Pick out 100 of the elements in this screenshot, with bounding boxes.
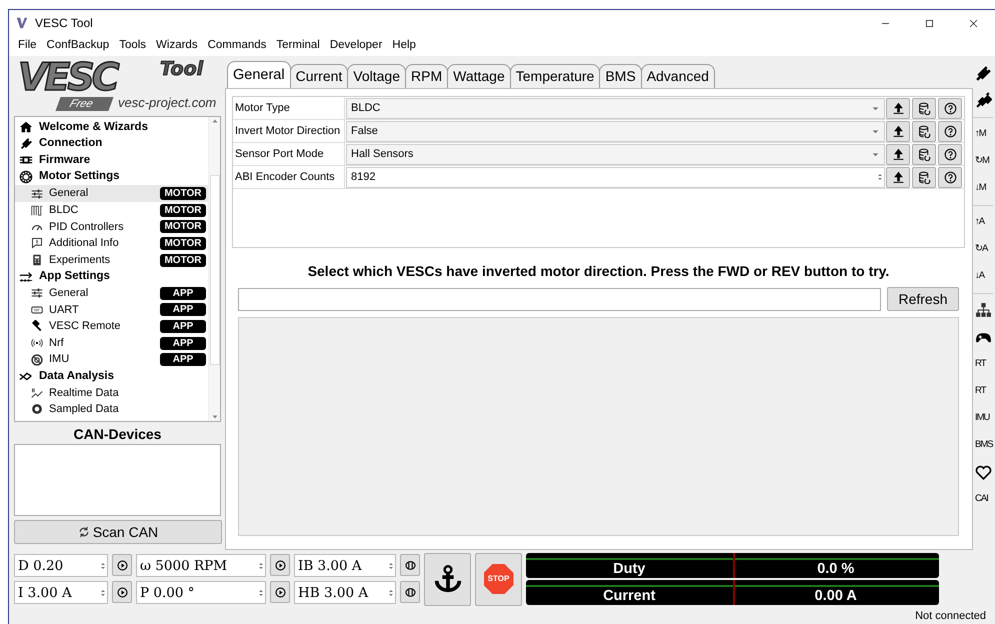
logo-product: Tool — [160, 58, 204, 80]
upload-button[interactable] — [886, 98, 910, 118]
calculator-icon — [31, 254, 43, 266]
spin-field[interactable]: D 0.20 — [14, 554, 108, 577]
tree-item[interactable]: Firmware — [15, 152, 208, 169]
dropdown[interactable]: Hall Sensors — [346, 144, 885, 164]
instruction-text: Select which VESCs have inverted motor direction. Press the FWD or REV button to try. — [306, 262, 890, 281]
menu-item[interactable]: Developer — [324, 37, 388, 55]
upload-button[interactable] — [886, 166, 910, 188]
toolbar-button[interactable]: ↻M — [973, 148, 989, 175]
tree-item[interactable]: App Settings — [15, 268, 208, 285]
refresh-button[interactable]: Refresh — [887, 287, 959, 311]
toolbar-button[interactable]: ↑A — [973, 209, 984, 236]
spin-field[interactable]: I 3.00 A — [14, 581, 108, 604]
help-icon — [944, 148, 956, 160]
waveform-icon — [31, 204, 43, 216]
spin-field[interactable]: P 0.00 ° — [136, 581, 266, 604]
parameter-label: Sensor Port Mode — [233, 143, 345, 165]
upload-button[interactable] — [886, 144, 910, 164]
toolbar-button[interactable]: BMS — [973, 432, 993, 459]
spin-field[interactable]: IB 3.00 A — [294, 554, 396, 577]
tree-item[interactable]: Connection — [15, 136, 208, 152]
help-button[interactable] — [938, 98, 962, 118]
menu-item[interactable]: ConfBackup — [42, 37, 114, 55]
toolbar-button[interactable]: ↓M — [973, 175, 986, 202]
toolbar-button[interactable]: RT — [973, 378, 986, 405]
scan-button[interactable]: Scan CAN — [14, 520, 222, 544]
tree-item[interactable]: VESC Remote APP — [15, 318, 208, 335]
tree-item[interactable]: BLDC MOTOR — [15, 202, 208, 219]
upload-icon — [892, 170, 904, 184]
database-icon — [918, 124, 930, 138]
play-button[interactable] — [112, 554, 132, 576]
spin-field[interactable]: HB 3.00 A — [294, 581, 396, 604]
upload-button[interactable] — [886, 120, 910, 142]
heart-icon[interactable] — [975, 464, 992, 481]
meter-bar: Current 0.00 A — [526, 580, 939, 605]
menu-item[interactable]: Terminal — [271, 37, 325, 55]
brake-button[interactable] — [400, 581, 420, 603]
toolbar-button[interactable]: ↑M — [973, 121, 986, 148]
tree-item[interactable]: PID Controllers MOTOR — [15, 218, 208, 236]
toolbar-button[interactable]: CAI — [973, 486, 988, 513]
help-button[interactable] — [938, 144, 962, 164]
line-graph-icon — [31, 386, 43, 399]
tree-item[interactable]: General MOTOR — [15, 185, 208, 202]
help-button[interactable] — [938, 120, 962, 142]
toolbar-button[interactable]: ↻A — [973, 236, 988, 263]
refresh-icon — [78, 526, 90, 538]
tree-item[interactable]: Sampled Data — [15, 401, 208, 418]
plug-icon[interactable] — [975, 92, 992, 109]
database-button[interactable] — [912, 144, 936, 164]
database-button[interactable] — [912, 98, 936, 118]
tree-item[interactable]: Welcome & Wizards — [15, 119, 208, 136]
text-field[interactable] — [238, 288, 881, 310]
database-button[interactable] — [912, 166, 936, 188]
tree-item[interactable]: General APP — [15, 284, 208, 302]
toolbar-button[interactable]: RT — [973, 351, 986, 378]
tab[interactable]: General — [227, 61, 291, 88]
tree-item[interactable]: Data Analysis — [15, 368, 208, 384]
message-icon — [31, 237, 43, 250]
app-icon — [15, 16, 29, 30]
anchor-icon — [432, 564, 462, 594]
play-button[interactable] — [270, 581, 290, 603]
menu-item[interactable]: Commands — [202, 37, 272, 55]
badge: APP — [160, 353, 206, 366]
tree-item[interactable]: UART APP — [15, 302, 208, 318]
database-icon — [918, 102, 930, 114]
plug-icon — [19, 136, 33, 151]
play-button[interactable] — [112, 581, 132, 603]
play-button[interactable] — [270, 554, 290, 576]
tree-item[interactable]: IMU APP — [15, 351, 208, 368]
meter-bar: Duty 0.0 % — [526, 553, 939, 578]
toolbar-button[interactable]: ↓A — [973, 263, 984, 290]
tree-item[interactable]: Realtime Data — [15, 384, 208, 402]
tree-item[interactable]: Motor Settings — [15, 168, 208, 186]
scrollbar[interactable] — [208, 117, 220, 421]
edition-label: Free — [55, 97, 114, 111]
menu-item[interactable]: File — [13, 37, 42, 55]
database-button[interactable] — [912, 120, 936, 142]
number-field[interactable]: 8192 — [346, 166, 885, 188]
help-icon — [944, 124, 956, 138]
dropdown[interactable]: False — [346, 120, 885, 142]
status-text: Not connected — [914, 609, 987, 624]
maximize-icon — [924, 18, 934, 28]
anchor-button[interactable] — [424, 552, 471, 606]
menu-item[interactable]: Tools — [114, 37, 152, 55]
connector-icon — [31, 304, 43, 316]
toolbar-button[interactable]: IMU — [973, 405, 990, 432]
tree-item[interactable]: Additional Info MOTOR — [15, 235, 208, 252]
stop-button[interactable]: STOP — [475, 552, 522, 606]
menu-item[interactable]: Help — [387, 37, 421, 55]
plug-icon[interactable] — [975, 65, 992, 82]
menu-item[interactable]: Wizards — [151, 37, 203, 55]
tab[interactable]: Advanced — [640, 64, 715, 88]
brake-button[interactable] — [400, 554, 420, 576]
tree-item[interactable]: Nrf APP — [15, 334, 208, 352]
spin-field[interactable]: ω 5000 RPM — [136, 554, 266, 577]
help-button[interactable] — [938, 166, 962, 188]
tree-icon[interactable] — [975, 302, 992, 319]
dropdown[interactable]: BLDC — [346, 98, 885, 118]
tree-item[interactable]: Experiments MOTOR — [15, 252, 208, 268]
